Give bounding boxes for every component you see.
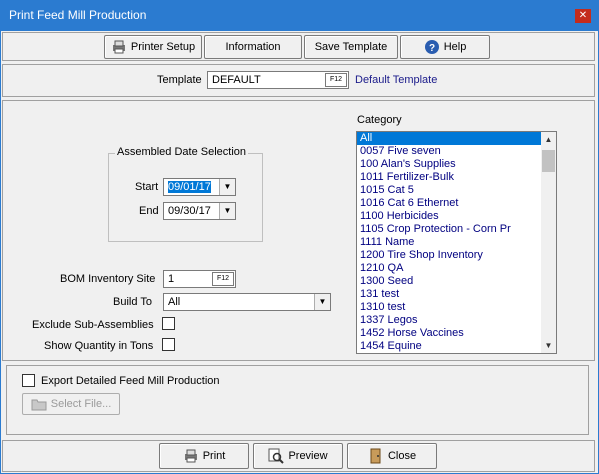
template-description: Default Template <box>355 74 438 86</box>
show-tons-checkbox[interactable] <box>162 338 175 351</box>
close-window-button[interactable]: ✕ <box>575 9 591 23</box>
save-template-button[interactable]: Save Template <box>304 35 398 59</box>
end-date-value: 09/30/17 <box>168 205 211 217</box>
help-button[interactable]: ? Help <box>400 35 490 59</box>
build-to-label: Build To <box>113 296 152 308</box>
bom-site-value: 1 <box>168 273 175 285</box>
chevron-down-icon: ▼ <box>223 182 232 191</box>
title-bar: Print Feed Mill Production ✕ <box>0 0 599 31</box>
save-template-label: Save Template <box>314 41 388 53</box>
magnifier-icon <box>268 448 285 464</box>
build-to-select[interactable]: All ▼ <box>163 293 331 311</box>
build-to-value: All <box>168 296 181 308</box>
end-date-field[interactable]: 09/30/17 ▼ <box>163 202 236 220</box>
list-item[interactable]: 100 Alan's Supplies <box>357 158 556 171</box>
category-label: Category <box>357 114 402 126</box>
select-file-label: Select File... <box>50 398 112 410</box>
category-listbox[interactable]: All 0057 Five seven 100 Alan's Supplies … <box>356 131 557 354</box>
printer-setup-label: Printer Setup <box>130 41 196 53</box>
scrollbar-thumb[interactable] <box>542 150 555 172</box>
printer-setup-icon <box>111 39 127 55</box>
exclude-subassemblies-label: Exclude Sub-Assemblies <box>32 319 154 331</box>
start-date-value: 09/01/17 <box>168 181 211 193</box>
list-item[interactable]: 131 test <box>357 288 556 301</box>
list-item[interactable]: 1300 Seed <box>357 275 556 288</box>
preview-button[interactable]: Preview <box>253 443 343 469</box>
export-detailed-label: Export Detailed Feed Mill Production <box>41 375 220 387</box>
date-selection-caption: Assembled Date Selection <box>115 146 249 158</box>
information-button[interactable]: Information <box>204 35 302 59</box>
window-title: Print Feed Mill Production <box>9 8 147 22</box>
list-item[interactable]: 1210 QA <box>357 262 556 275</box>
list-item[interactable]: 1015 Cat 5 <box>357 184 556 197</box>
close-icon: ✕ <box>578 10 588 21</box>
chevron-down-icon: ▼ <box>223 206 232 215</box>
list-item[interactable]: 0057 Five seven <box>357 145 556 158</box>
bom-site-field[interactable]: 1 F12 <box>163 270 236 288</box>
start-date-field[interactable]: 09/01/17 ▼ <box>163 178 236 196</box>
select-file-button[interactable]: Select File... <box>22 393 120 415</box>
bom-site-f12-button[interactable]: F12 <box>212 272 234 286</box>
chevron-down-icon: ▼ <box>318 297 327 306</box>
printer-setup-button[interactable]: Printer Setup <box>104 35 202 59</box>
list-item[interactable]: 1016 Cat 6 Ethernet <box>357 197 556 210</box>
list-item[interactable]: 1452 Horse Vaccines <box>357 327 556 340</box>
export-detailed-checkbox[interactable] <box>22 374 35 387</box>
list-item[interactable]: 1011 Fertilizer-Bulk <box>357 171 556 184</box>
start-date-dropdown[interactable]: ▼ <box>219 179 235 195</box>
template-value: DEFAULT <box>212 74 261 86</box>
list-item[interactable]: 1100 Herbicides <box>357 210 556 223</box>
build-to-dropdown[interactable]: ▼ <box>314 294 330 310</box>
help-label: Help <box>443 41 467 53</box>
close-label: Close <box>387 450 417 462</box>
list-item[interactable]: 1111 Name <box>357 236 556 249</box>
template-label: Template <box>157 74 202 86</box>
list-item[interactable]: 1454 Equine <box>357 340 556 353</box>
close-button[interactable]: Close <box>347 443 437 469</box>
folder-icon <box>31 396 47 412</box>
scroll-down-icon[interactable]: ▼ <box>541 338 556 353</box>
print-button[interactable]: Print <box>159 443 249 469</box>
end-label: End <box>139 205 159 217</box>
start-label: Start <box>135 181 159 193</box>
list-item[interactable]: All <box>357 132 556 145</box>
exit-icon <box>368 448 384 464</box>
svg-text:?: ? <box>429 43 435 54</box>
category-scrollbar[interactable]: ▲ ▼ <box>541 132 556 353</box>
list-item[interactable]: 1200 Tire Shop Inventory <box>357 249 556 262</box>
printer-icon <box>183 448 199 464</box>
print-label: Print <box>202 450 226 462</box>
end-date-dropdown[interactable]: ▼ <box>219 203 235 219</box>
preview-label: Preview <box>288 450 328 462</box>
scroll-up-icon[interactable]: ▲ <box>541 132 556 147</box>
date-selection-group <box>108 153 263 242</box>
list-item[interactable]: 1310 test <box>357 301 556 314</box>
list-item[interactable]: 1105 Crop Protection - Corn Pr <box>357 223 556 236</box>
information-label: Information <box>225 41 281 53</box>
template-field[interactable]: DEFAULT F12 <box>207 71 349 89</box>
help-icon: ? <box>424 39 440 55</box>
template-f12-button[interactable]: F12 <box>325 73 347 87</box>
list-item[interactable]: 1337 Legos <box>357 314 556 327</box>
show-tons-label: Show Quantity in Tons <box>44 340 154 352</box>
bom-site-label: BOM Inventory Site <box>60 273 156 285</box>
exclude-subassemblies-checkbox[interactable] <box>162 317 175 330</box>
